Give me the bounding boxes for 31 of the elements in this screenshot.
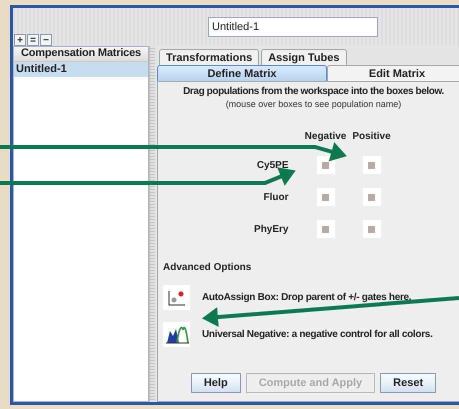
matrix-list-item[interactable]: Untitled-1 (14, 62, 148, 77)
drop-box[interactable] (362, 188, 380, 206)
drop-box[interactable] (316, 188, 334, 206)
option-label: Universal Negative: a negative control for all colors. (202, 329, 433, 340)
drop-box[interactable] (362, 220, 380, 238)
histogram-icon (163, 322, 190, 347)
drop-box[interactable] (362, 156, 380, 174)
toolbar-button[interactable]: − (40, 34, 52, 46)
tab[interactable]: Define Matrix (157, 65, 327, 81)
panel-header: Compensation Matrices (14, 47, 148, 62)
row-label: Fluor (262, 192, 290, 202)
hint-text: (mouse over boxes to see population name) (226, 99, 402, 109)
option-label: AutoAssign Box: Drop parent of +/- gates here. (202, 292, 412, 303)
tab[interactable]: Assign Tubes (261, 49, 346, 65)
row-label: PhyEry (253, 224, 290, 234)
column-header: Negative (304, 131, 348, 142)
action-button[interactable]: Help (190, 373, 241, 393)
drop-box[interactable] (316, 220, 334, 238)
drop-box[interactable] (316, 156, 334, 174)
splitter[interactable] (149, 46, 155, 402)
toolbar-button[interactable]: = (27, 34, 39, 46)
tab[interactable]: Transformations (159, 49, 260, 65)
instructions-text: Drag populations from the workspace into the boxes below. (183, 86, 444, 97)
column-header: Positive (351, 131, 392, 142)
row-label: Cy5PE (256, 160, 290, 170)
name-field[interactable]: Untitled-1 (208, 17, 378, 37)
section-title: Advanced Options (163, 262, 252, 273)
toolbar-button[interactable]: + (14, 34, 26, 46)
tab[interactable]: Edit Matrix (327, 65, 459, 81)
action-button[interactable]: Reset (380, 373, 436, 393)
scatter-plot-icon (163, 285, 190, 310)
